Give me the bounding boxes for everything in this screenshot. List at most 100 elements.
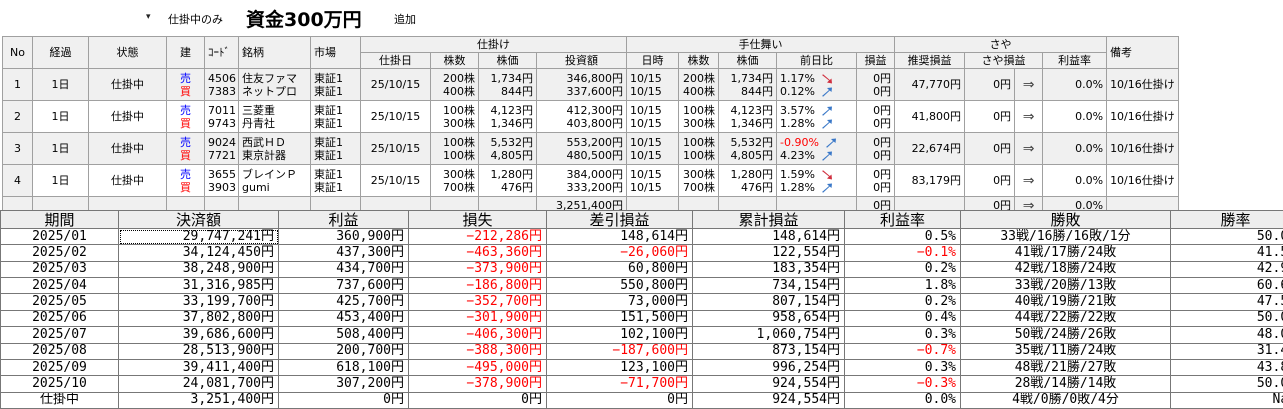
col-name[interactable]: 銘柄 [238,36,311,69]
cum-value: 1,060,754円 [692,326,845,344]
code-value-cell: 7011 9743 [204,100,239,133]
row-number[interactable]: 4 [2,164,33,197]
col-note[interactable]: 備考 [1106,36,1180,69]
price-value-cell: 1,280円 476円 [478,164,537,197]
filter-dropdown-arrow-icon[interactable]: ▾ [146,12,151,22]
profit-value: 453,400円 [278,309,409,328]
datetime-value: 10/15 [630,84,662,98]
col-price[interactable]: 株価 [478,52,537,69]
price-value: 476円 [501,180,533,194]
note-value[interactable]: 10/16仕掛け [1106,132,1180,165]
arrow-up-right-icon [815,85,833,98]
row-number[interactable]: 3 [2,132,33,165]
note-value[interactable]: 10/16仕掛け [1106,68,1180,101]
net-value: 151,500円 [546,309,693,328]
summary-row[interactable]: 2025/03 38,248,900円 434,700円 −373,900円 60,80… [0,260,1283,279]
col-cum[interactable]: 累計損益 [692,210,845,229]
settle-value: 31,316,985円 [118,277,279,295]
position-row[interactable]: 4 1日 仕掛中売買 3655 3903 ブレインＰ gumi 東証1 東証1 25/10/15 3… [2,164,1283,197]
col-prev-change[interactable]: 前日比 [776,52,857,69]
col-settle[interactable]: 決済額 [118,210,279,229]
profit-rate-value: 0.0% [1042,164,1108,197]
add-button[interactable]: 追加 [394,11,416,27]
win-rate-value: 50.0% [1170,309,1283,328]
summary-row[interactable]: 仕掛中 3,251,400円 0円 0円 0円 924,554円 0.0% 4戦/0勝/0敗/… [0,391,1283,409]
position-row[interactable]: 3 1日 仕掛中売買 9024 7721 西武ＨＤ 東京計器 東証1 東証1 25/10/15 10… [2,132,1283,165]
exit-price-value: 4,123円 [730,103,774,117]
col-net[interactable]: 差引損益 [546,210,693,229]
stock-name-cell: 西武ＨＤ 東京計器 [238,132,311,165]
col-loss[interactable]: 損失 [408,210,547,229]
col-shares[interactable]: 株数 [430,52,479,69]
rate-value: 0.4% [844,309,961,328]
prev-change-value: 0.12% [780,84,815,98]
position-row[interactable]: 1 1日 仕掛中売買 4506 7383 住友ファマ ネットプロ 東証1 東証1 25/10/15… [2,68,1283,101]
note-value[interactable]: 10/16仕掛け [1106,164,1180,197]
col-profit-rate[interactable]: 利益率 [1042,52,1108,69]
exit-price-value-cell: 1,280円 476円 [718,164,777,197]
note-value[interactable]: 10/16仕掛け [1106,100,1180,133]
entry-date-value: 25/10/15 [360,68,431,101]
col-market[interactable]: 市場 [310,36,361,69]
group-spread: さや [894,36,1108,53]
summary-row[interactable]: 2025/05 33,199,700円 425,700円 −352,700円 73,00… [0,293,1283,311]
col-side[interactable]: 建 [166,36,205,69]
prev-change-line: 1.59% [780,168,853,181]
investment-value: 337,600円 [566,84,624,98]
loss-value: 0円 [408,391,547,409]
col-exit-price[interactable]: 株価 [718,52,777,69]
col-rate[interactable]: 利益率 [844,210,961,229]
price-value-cell: 4,123円 1,346円 [478,100,537,133]
pl-value-cell: 0円 0円 [855,100,896,133]
side-value: 買 [180,84,191,98]
summary-row[interactable]: 2025/04 31,316,985円 737,600円 −186,800円 550,8… [0,277,1283,295]
rec-pl-value: 41,800円 [894,100,966,133]
col-code[interactable]: ｺｰﾄﾞ [204,36,239,69]
col-rec-pl[interactable]: 推奨損益 [894,52,966,69]
profit-value: 737,600円 [278,277,409,295]
summary-row[interactable]: 2025/10 24,081,700円 307,200円 −378,900円 −71,7… [0,375,1283,393]
col-entry-date[interactable]: 仕掛日 [360,52,431,69]
market-value: 東証1 [314,148,343,162]
market-value: 東証1 [314,71,343,85]
summary-row[interactable]: 2025/01 29,747,241円 360,900円 −212,286円 148,6… [0,227,1283,246]
period-value: 2025/10 [0,375,119,393]
col-record[interactable]: 勝敗 [960,210,1171,229]
exit-shares-value-cell: 300株 700株 [678,164,719,197]
summary-row[interactable]: 2025/08 28,513,900円 200,700円 −388,300円 −187,… [0,342,1283,360]
profit-value: 200,700円 [278,342,409,360]
position-row[interactable]: 2 1日 仕掛中売買 7011 9743 三菱重 丹青社 東証1 東証1 25/10/15 100株… [2,100,1283,133]
loss-value: −373,900円 [408,260,547,279]
summary-row[interactable]: 2025/07 39,686,600円 508,400円 −406,300円 102,1… [0,326,1283,344]
cum-value: 924,554円 [692,391,845,409]
stock-name: 丹青社 [242,116,275,130]
price-value: 4,805円 [490,148,534,162]
col-spread-pl[interactable]: さや損益 [964,52,1044,69]
datetime-value: 10/15 [630,180,662,194]
col-datetime[interactable]: 日時 [626,52,679,69]
summary-row[interactable]: 2025/02 34,124,450円 437,300円 −463,360円 −26,0… [0,244,1283,262]
filter-label[interactable]: 仕掛中のみ [168,11,223,27]
record-value: 28戦/14勝/14敗 [960,375,1171,393]
col-no[interactable]: No [2,36,33,69]
pl-value: 0円 [873,71,892,85]
summary-row[interactable]: 2025/09 39,411,400円 618,100円 −495,000円 123,1… [0,358,1283,377]
prev-change-value: 1.28% [780,180,815,194]
col-exit-shares[interactable]: 株数 [678,52,719,69]
col-state[interactable]: 状態 [88,36,167,69]
row-number[interactable]: 2 [2,100,33,133]
col-investment[interactable]: 投資額 [536,52,627,69]
col-profit[interactable]: 利益 [278,210,409,229]
col-pl[interactable]: 損益 [855,52,896,69]
col-win-rate[interactable]: 勝率 [1170,210,1283,229]
exit-shares-value-cell: 100株 100株 [678,132,719,165]
shares-value: 100株 [443,148,475,162]
side-value-cell: 売買 [166,132,205,165]
col-elapsed[interactable]: 経過 [32,36,89,69]
summary-row[interactable]: 2025/06 37,802,800円 453,400円 −301,900円 151,5… [0,309,1283,328]
record-value: 48戦/21勝/27敗 [960,358,1171,377]
row-number[interactable]: 1 [2,68,33,101]
side-value-cell: 売買 [166,68,205,101]
col-period[interactable]: 期間 [0,210,119,229]
cum-value: 996,254円 [692,358,845,377]
